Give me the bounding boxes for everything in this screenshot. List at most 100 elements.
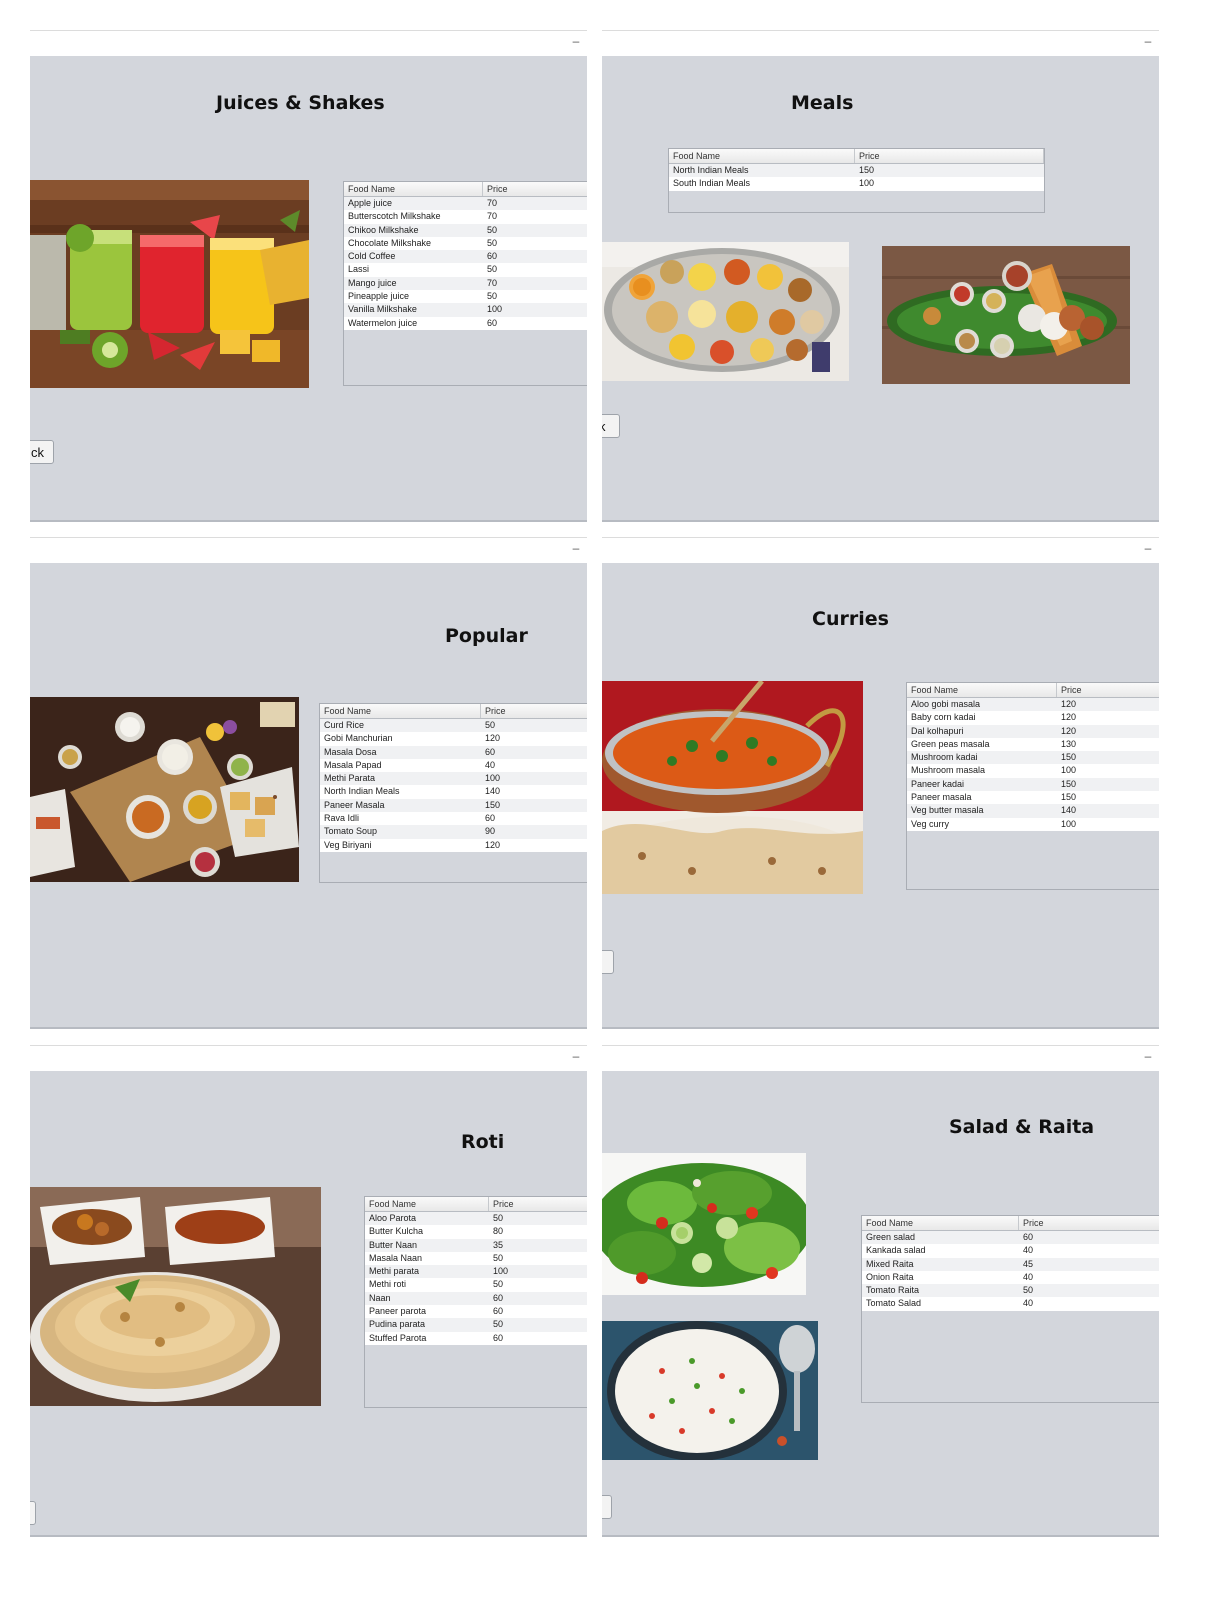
- table-row[interactable]: South Indian Meals 100: [669, 177, 1044, 191]
- price-cell: 90: [485, 826, 496, 837]
- table-body: Aloo gobi masala 120 Baby corn kadai 120 Dal…: [907, 698, 1159, 831]
- price-cell: 50: [493, 1252, 504, 1263]
- table-row[interactable]: Pineapple juice 50: [344, 290, 587, 304]
- table-row[interactable]: Pudina parata 50: [365, 1318, 587, 1332]
- back-button[interactable]: [30, 1501, 36, 1525]
- table-row[interactable]: Tomato Salad 40: [862, 1297, 1159, 1311]
- table-row[interactable]: Kankada salad 40: [862, 1244, 1159, 1258]
- menu-table[interactable]: Food Name Price Aloo Parota 50 Butter Kulc…: [364, 1196, 587, 1408]
- price-cell: 150: [1061, 752, 1077, 763]
- table-row[interactable]: Curd Rice 50: [320, 719, 587, 733]
- menu-table[interactable]: Food Name Price North Indian Meals 150 Sou…: [668, 148, 1045, 213]
- column-header-food-name[interactable]: Food Name: [365, 1197, 489, 1211]
- table-row[interactable]: Butter Kulcha 80: [365, 1225, 587, 1239]
- table-row[interactable]: Paneer Masala 150: [320, 798, 587, 813]
- table-row[interactable]: Methi parata 100: [365, 1265, 587, 1279]
- food-name-cell: Paneer parota: [369, 1306, 427, 1317]
- column-header-food-name[interactable]: Food Name: [344, 182, 483, 196]
- minimize-icon[interactable]: –: [571, 542, 581, 554]
- back-button[interactable]: :: [602, 950, 614, 974]
- table-row[interactable]: Butterscotch Milkshake 70: [344, 210, 587, 224]
- window-content: Roti Food Name Price Aloo Parota 50 Butt…: [30, 1071, 587, 1537]
- food-name-cell: Cold Coffee: [348, 251, 396, 262]
- table-row[interactable]: Tomato Soup 90: [320, 825, 587, 839]
- table-row[interactable]: Masala Naan 50: [365, 1251, 587, 1266]
- table-row[interactable]: Masala Dosa 60: [320, 745, 587, 759]
- table-row[interactable]: Paneer masala 150: [907, 791, 1159, 805]
- raita-photo: [602, 1321, 818, 1460]
- menu-table[interactable]: Food Name Price Green salad 60 Kankada sal…: [861, 1215, 1159, 1403]
- column-header-price[interactable]: Price: [1019, 1216, 1159, 1230]
- table-row[interactable]: Gobi Manchurian 120: [320, 732, 587, 746]
- table-body: North Indian Meals 150 South Indian Meals 1…: [669, 164, 1044, 191]
- table-row[interactable]: Onion Raita 40: [862, 1270, 1159, 1285]
- page-title: Popular: [445, 625, 528, 647]
- table-row[interactable]: Veg curry 100: [907, 817, 1159, 831]
- price-cell: 60: [493, 1292, 504, 1303]
- food-name-cell: Mushroom kadai: [911, 752, 978, 763]
- column-header-food-name[interactable]: Food Name: [669, 149, 855, 163]
- table-row[interactable]: Paneer parota 60: [365, 1305, 587, 1319]
- window-bottom-edge: [602, 1027, 1159, 1029]
- table-row[interactable]: Chocolate Milkshake 50: [344, 236, 587, 251]
- table-row[interactable]: Mushroom kadai 150: [907, 751, 1159, 765]
- column-header-price[interactable]: Price: [483, 182, 587, 196]
- food-name-cell: Watermelon juice: [348, 317, 418, 328]
- food-name-cell: Masala Papad: [324, 759, 382, 770]
- table-row[interactable]: Mango juice 70: [344, 276, 587, 291]
- table-row[interactable]: Baby corn kadai 120: [907, 711, 1159, 725]
- table-row[interactable]: Tomato Raita 50: [862, 1284, 1159, 1298]
- back-button[interactable]: [602, 1495, 612, 1519]
- window-titlebar: –: [30, 30, 587, 57]
- table-row[interactable]: Chikoo Milkshake 50: [344, 223, 587, 237]
- table-row[interactable]: Cold Coffee 60: [344, 250, 587, 264]
- food-name-cell: Lassi: [348, 264, 370, 275]
- window-titlebar: –: [30, 537, 587, 564]
- price-cell: 150: [1061, 792, 1077, 803]
- price-cell: 50: [493, 1319, 504, 1330]
- column-header-price[interactable]: Price: [489, 1197, 587, 1211]
- column-header-food-name[interactable]: Food Name: [907, 683, 1057, 697]
- table-row[interactable]: Rava Idli 60: [320, 812, 587, 826]
- column-header-food-name[interactable]: Food Name: [320, 704, 481, 718]
- table-row[interactable]: Mushroom masala 100: [907, 764, 1159, 778]
- table-row[interactable]: Vanilla Milkshake 100: [344, 303, 587, 317]
- table-row[interactable]: Lassi 50: [344, 263, 587, 277]
- minimize-icon[interactable]: –: [1143, 35, 1153, 47]
- food-name-cell: Apple juice: [348, 198, 393, 208]
- menu-table[interactable]: Food Name Price Aloo gobi masala 120 Baby …: [906, 682, 1159, 890]
- table-row[interactable]: Methi Parata 100: [320, 772, 587, 786]
- table-row[interactable]: Apple juice 70: [344, 197, 587, 211]
- table-row[interactable]: Green salad 60: [862, 1231, 1159, 1245]
- table-row[interactable]: Aloo gobi masala 120: [907, 698, 1159, 712]
- table-row[interactable]: Paneer kadai 150: [907, 777, 1159, 792]
- table-row[interactable]: Naan 60: [365, 1291, 587, 1306]
- table-row[interactable]: Veg butter masala 140: [907, 804, 1159, 818]
- table-row[interactable]: Watermelon juice 60: [344, 316, 587, 330]
- table-row[interactable]: Green peas masala 130: [907, 737, 1159, 752]
- table-row[interactable]: North Indian Meals 150: [669, 164, 1044, 178]
- table-row[interactable]: Veg Biriyani 120: [320, 838, 587, 852]
- minimize-icon[interactable]: –: [1143, 1050, 1153, 1062]
- back-button[interactable]: ck: [30, 440, 54, 464]
- minimize-icon[interactable]: –: [571, 1050, 581, 1062]
- column-header-price[interactable]: Price: [481, 704, 587, 718]
- column-header-price[interactable]: Price: [855, 149, 1044, 163]
- menu-table[interactable]: Food Name Price Apple juice 70 Butterscotc…: [343, 181, 587, 386]
- back-button[interactable]: k: [602, 414, 620, 438]
- minimize-icon[interactable]: –: [571, 35, 581, 47]
- table-row[interactable]: Masala Papad 40: [320, 758, 587, 773]
- column-header-price[interactable]: Price: [1057, 683, 1159, 697]
- table-row[interactable]: Stuffed Parota 60: [365, 1331, 587, 1345]
- food-name-cell: Masala Dosa: [324, 746, 377, 757]
- table-row[interactable]: Dal kolhapuri 120: [907, 724, 1159, 738]
- table-row[interactable]: Aloo Parota 50: [365, 1212, 587, 1226]
- table-row[interactable]: Methi roti 50: [365, 1278, 587, 1292]
- minimize-icon[interactable]: –: [1143, 542, 1153, 554]
- menu-table[interactable]: Food Name Price Curd Rice 50 Gobi Manchuri…: [319, 703, 587, 883]
- price-cell: 35: [493, 1239, 504, 1250]
- column-header-food-name[interactable]: Food Name: [862, 1216, 1019, 1230]
- table-row[interactable]: Mixed Raita 45: [862, 1257, 1159, 1271]
- table-row[interactable]: Butter Naan 35: [365, 1238, 587, 1252]
- table-row[interactable]: North Indian Meals 140: [320, 785, 587, 799]
